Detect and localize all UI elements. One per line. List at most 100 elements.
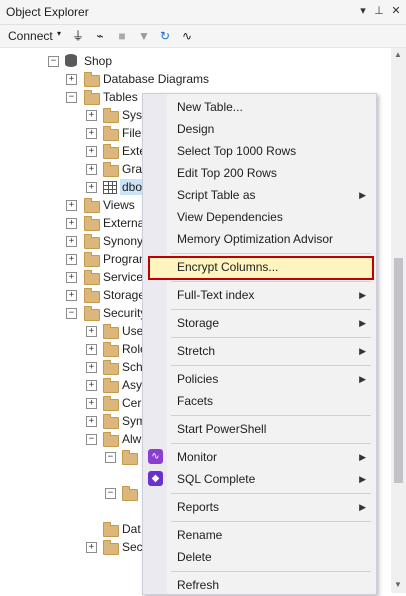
- expand-icon[interactable]: +: [86, 416, 97, 427]
- menu-item-rename[interactable]: Rename: [143, 524, 376, 546]
- menu-item-reports[interactable]: Reports ▶: [143, 496, 376, 518]
- folder-icon: [103, 432, 119, 447]
- collapse-icon[interactable]: −: [86, 434, 97, 445]
- connect-dropdown-icon[interactable]: ▾: [57, 29, 61, 38]
- collapse-icon[interactable]: −: [66, 308, 77, 319]
- expand-icon[interactable]: +: [86, 146, 97, 157]
- menu-item-select-top-rows[interactable]: Select Top 1000 Rows: [143, 140, 376, 162]
- menu-item-storage[interactable]: Storage ▶: [143, 312, 376, 334]
- tree-label: Sch: [122, 360, 143, 374]
- collapse-icon[interactable]: −: [105, 488, 116, 499]
- expand-icon[interactable]: +: [66, 236, 77, 247]
- folder-icon: [103, 108, 119, 123]
- tree-label: File: [122, 126, 142, 140]
- stop-icon[interactable]: ■: [115, 28, 129, 44]
- menu-item-full-text-index[interactable]: Full-Text index ▶: [143, 284, 376, 306]
- menu-separator: [171, 443, 371, 444]
- expand-icon[interactable]: +: [86, 362, 97, 373]
- menu-separator: [171, 521, 371, 522]
- menu-item-monitor[interactable]: ∿ Monitor ▶: [143, 446, 376, 468]
- connect-button[interactable]: Connect: [8, 29, 53, 43]
- table-icon: [103, 181, 117, 194]
- folder-icon: [103, 162, 119, 177]
- folder-icon: [103, 324, 119, 339]
- expand-icon[interactable]: +: [86, 110, 97, 121]
- menu-item-facets[interactable]: Facets: [143, 390, 376, 412]
- folder-icon: [84, 198, 100, 213]
- expand-icon[interactable]: +: [86, 326, 97, 337]
- tree-label: Tables: [103, 90, 138, 104]
- menu-separator: [171, 571, 371, 572]
- tree-label: Externa: [103, 216, 145, 230]
- menu-item-design[interactable]: Design: [143, 118, 376, 140]
- tree-label: Database Diagrams: [103, 72, 210, 86]
- menu-item-label: Stretch: [177, 344, 216, 358]
- tree-label: dbo: [122, 180, 143, 194]
- menu-item-new-table[interactable]: New Table...: [143, 96, 376, 118]
- menu-item-encrypt-columns[interactable]: Encrypt Columns...: [143, 256, 376, 278]
- scrollbar-thumb[interactable]: [394, 258, 403, 483]
- menu-item-start-powershell[interactable]: Start PowerShell: [143, 418, 376, 440]
- expand-icon[interactable]: +: [86, 164, 97, 175]
- tree-label: Security: [103, 306, 147, 320]
- menu-separator: [171, 309, 371, 310]
- menu-item-edit-top-rows[interactable]: Edit Top 200 Rows: [143, 162, 376, 184]
- disconnect-icon[interactable]: ⌁: [93, 28, 107, 44]
- menu-item-label: Memory Optimization Advisor: [177, 232, 334, 246]
- menu-item-label: Full-Text index: [177, 288, 255, 302]
- vertical-scrollbar[interactable]: ▲ ▼: [391, 48, 406, 593]
- menu-item-label: Encrypt Columns...: [177, 260, 279, 274]
- collapse-icon[interactable]: −: [48, 56, 59, 67]
- expand-icon[interactable]: +: [86, 398, 97, 409]
- expand-icon[interactable]: +: [66, 290, 77, 301]
- scroll-up-icon[interactable]: ▲: [394, 50, 402, 59]
- close-icon[interactable]: ✕: [389, 3, 403, 19]
- window-position-icon[interactable]: ▾: [356, 3, 370, 19]
- menu-separator: [171, 365, 371, 366]
- expand-icon[interactable]: +: [86, 182, 97, 193]
- tree-label: Dat: [122, 522, 141, 536]
- expand-icon[interactable]: +: [86, 344, 97, 355]
- menu-item-label: Design: [177, 122, 215, 136]
- expand-icon[interactable]: +: [66, 218, 77, 229]
- scroll-down-icon[interactable]: ▼: [394, 580, 402, 589]
- menu-item-sql-complete[interactable]: ◆ SQL Complete ▶: [143, 468, 376, 490]
- expand-icon[interactable]: +: [66, 74, 77, 85]
- menu-item-policies[interactable]: Policies ▶: [143, 368, 376, 390]
- submenu-arrow-icon: ▶: [359, 190, 366, 200]
- folder-icon: [122, 450, 138, 465]
- collapse-icon[interactable]: −: [105, 452, 116, 463]
- folder-icon: [84, 306, 100, 321]
- expand-icon[interactable]: +: [86, 128, 97, 139]
- collapse-icon[interactable]: −: [66, 92, 77, 103]
- menu-item-label: Select Top 1000 Rows: [177, 144, 297, 158]
- filter-icon[interactable]: ▼: [137, 28, 151, 44]
- folder-icon: [84, 252, 100, 267]
- menu-item-label: Rename: [177, 528, 223, 542]
- menu-separator: [171, 253, 371, 254]
- expand-icon[interactable]: +: [66, 200, 77, 211]
- menu-item-stretch[interactable]: Stretch ▶: [143, 340, 376, 362]
- refresh-icon[interactable]: ↻: [158, 28, 172, 44]
- connect-plug-icon[interactable]: ⏚: [71, 28, 85, 44]
- expand-icon[interactable]: +: [86, 380, 97, 391]
- tree-label: Use: [122, 324, 144, 338]
- tree-label: Shop: [84, 54, 113, 68]
- menu-item-delete[interactable]: Delete: [143, 546, 376, 568]
- menu-item-script-table-as[interactable]: Script Table as ▶: [143, 184, 376, 206]
- menu-item-label: Monitor: [177, 450, 218, 464]
- menu-item-memory-optimization[interactable]: Memory Optimization Advisor: [143, 228, 376, 250]
- menu-item-label: Delete: [177, 550, 212, 564]
- object-explorer-toolbar: Connect ▾ ⏚ ⌁ ■ ▼ ↻ ∿: [0, 25, 406, 48]
- auto-hide-pin-icon[interactable]: ⊥: [372, 3, 386, 19]
- expand-icon[interactable]: +: [86, 542, 97, 553]
- menu-separator: [171, 493, 371, 494]
- tree-label: Gra: [122, 162, 143, 176]
- expand-icon[interactable]: +: [66, 272, 77, 283]
- object-explorer-titlebar: Object Explorer ▾ ⊥ ✕: [0, 0, 406, 25]
- menu-separator: [171, 337, 371, 338]
- expand-icon[interactable]: +: [66, 254, 77, 265]
- menu-item-view-dependencies[interactable]: View Dependencies: [143, 206, 376, 228]
- folder-icon: [103, 342, 119, 357]
- activity-monitor-icon[interactable]: ∿: [180, 28, 194, 44]
